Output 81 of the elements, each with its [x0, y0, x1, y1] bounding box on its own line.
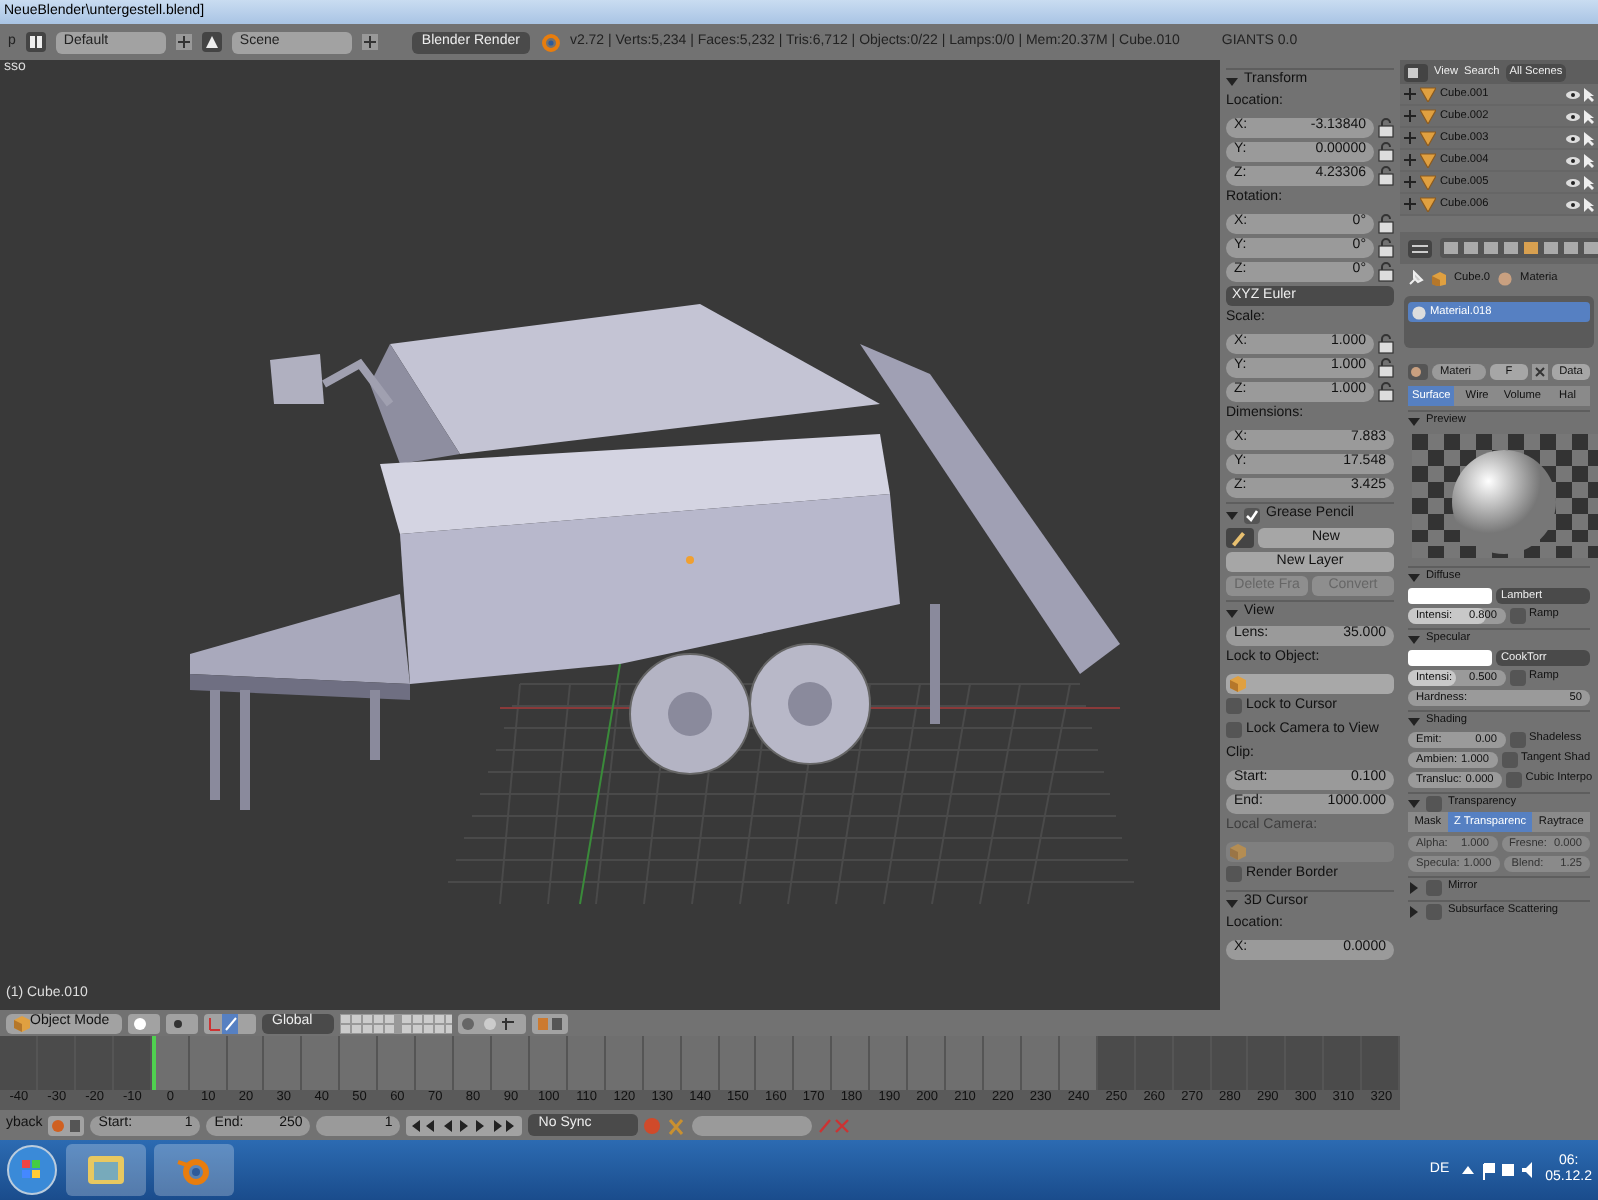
material-sphere-icon — [1412, 305, 1426, 319]
eye-icon[interactable] — [1566, 199, 1580, 209]
disclosure-triangle-icon[interactable] — [1408, 415, 1420, 427]
lock-icon[interactable] — [1378, 333, 1394, 353]
blender-logo-icon — [539, 32, 560, 52]
lock-icon[interactable] — [1378, 165, 1394, 185]
eye-icon[interactable] — [1566, 89, 1580, 99]
checkbox[interactable] — [1509, 731, 1525, 747]
eye-icon[interactable] — [1566, 133, 1580, 143]
eye-icon[interactable] — [1566, 177, 1580, 187]
manipulator-icon[interactable] — [204, 1013, 256, 1033]
cube-icon — [1230, 675, 1246, 691]
checkbox[interactable] — [1226, 722, 1242, 739]
cube-icon — [1432, 271, 1446, 285]
material-browse-icon[interactable] — [1408, 363, 1428, 379]
scene-icon[interactable] — [201, 32, 222, 52]
add-icon[interactable] — [175, 34, 192, 50]
checkbox[interactable] — [1226, 866, 1242, 883]
eye-icon[interactable] — [1566, 111, 1580, 121]
layout-icon[interactable] — [25, 32, 46, 52]
editor-type-icon[interactable] — [1408, 239, 1432, 257]
expand-icon[interactable] — [1404, 198, 1416, 210]
playback-controls-icon[interactable] — [406, 1115, 523, 1135]
checkbox[interactable] — [1426, 879, 1442, 895]
expand-icon[interactable] — [1404, 88, 1416, 100]
checkbox[interactable] — [1226, 698, 1242, 715]
lock-icon[interactable] — [1378, 237, 1394, 257]
material-sphere-icon — [1498, 271, 1513, 285]
disclosure-triangle-icon[interactable] — [1408, 715, 1420, 727]
disclosure-triangle-icon[interactable] — [1226, 897, 1238, 909]
color-swatch[interactable] — [1408, 587, 1491, 603]
lock-icon[interactable] — [1378, 141, 1394, 161]
disclosure-triangle-icon[interactable] — [1226, 509, 1238, 521]
trailer-model-drawing[interactable] — [190, 304, 1120, 810]
checkbox[interactable] — [1244, 507, 1260, 523]
add-icon[interactable] — [361, 34, 378, 50]
disclosure-triangle-icon[interactable] — [1408, 571, 1420, 583]
disclosure-triangle-icon[interactable] — [1226, 75, 1238, 87]
checkbox[interactable] — [1501, 751, 1518, 767]
pivot-icon[interactable] — [166, 1013, 198, 1033]
expand-icon[interactable] — [1404, 132, 1416, 144]
playhead-line[interactable] — [151, 1036, 156, 1090]
object-field[interactable] — [1226, 673, 1394, 693]
context-tabs-icon[interactable] — [1440, 238, 1598, 258]
keyframe-icon[interactable] — [48, 1115, 85, 1135]
checkbox[interactable] — [1505, 771, 1522, 787]
close-icon[interactable] — [1532, 363, 1548, 379]
cube-icon — [1230, 843, 1246, 859]
shading-icon[interactable] — [128, 1013, 160, 1033]
expand-icon[interactable] — [1404, 154, 1416, 166]
keying-set-field[interactable] — [692, 1115, 813, 1135]
disclosure-triangle-icon[interactable] — [1226, 607, 1238, 619]
editor-type-icon[interactable] — [1404, 63, 1428, 81]
render-icon[interactable] — [532, 1013, 568, 1033]
checkbox[interactable] — [1509, 607, 1525, 623]
lock-icon[interactable] — [1378, 357, 1394, 377]
snap-icon[interactable] — [458, 1013, 526, 1033]
taskbar-button[interactable] — [66, 1144, 146, 1196]
lock-icon[interactable] — [1378, 381, 1394, 401]
pencil-icon[interactable] — [1226, 527, 1254, 547]
checkbox[interactable] — [1426, 795, 1442, 811]
color-swatch[interactable] — [1408, 649, 1491, 665]
lock-icon[interactable] — [1378, 213, 1394, 233]
checkbox[interactable] — [1509, 669, 1525, 685]
eye-icon[interactable] — [1566, 155, 1580, 165]
disclosure-triangle-icon[interactable] — [1408, 881, 1420, 893]
lock-icon[interactable] — [1378, 117, 1394, 137]
checkbox[interactable] — [1426, 903, 1442, 919]
cube-icon — [14, 1015, 30, 1031]
expand-icon[interactable] — [1404, 110, 1416, 122]
pin-icon[interactable] — [1408, 270, 1424, 286]
disclosure-triangle-icon[interactable] — [1408, 633, 1420, 645]
tray-icons-icon[interactable] — [1457, 1160, 1538, 1180]
folder-icon — [88, 1156, 124, 1184]
disclosure-triangle-icon[interactable] — [1408, 797, 1420, 809]
object-origin-icon — [686, 556, 694, 564]
blender-logo-icon — [176, 1154, 212, 1186]
expand-icon[interactable] — [1404, 176, 1416, 188]
start-button[interactable] — [6, 1144, 58, 1196]
lock-icon[interactable] — [1378, 261, 1394, 281]
disclosure-triangle-icon[interactable] — [1408, 905, 1420, 917]
